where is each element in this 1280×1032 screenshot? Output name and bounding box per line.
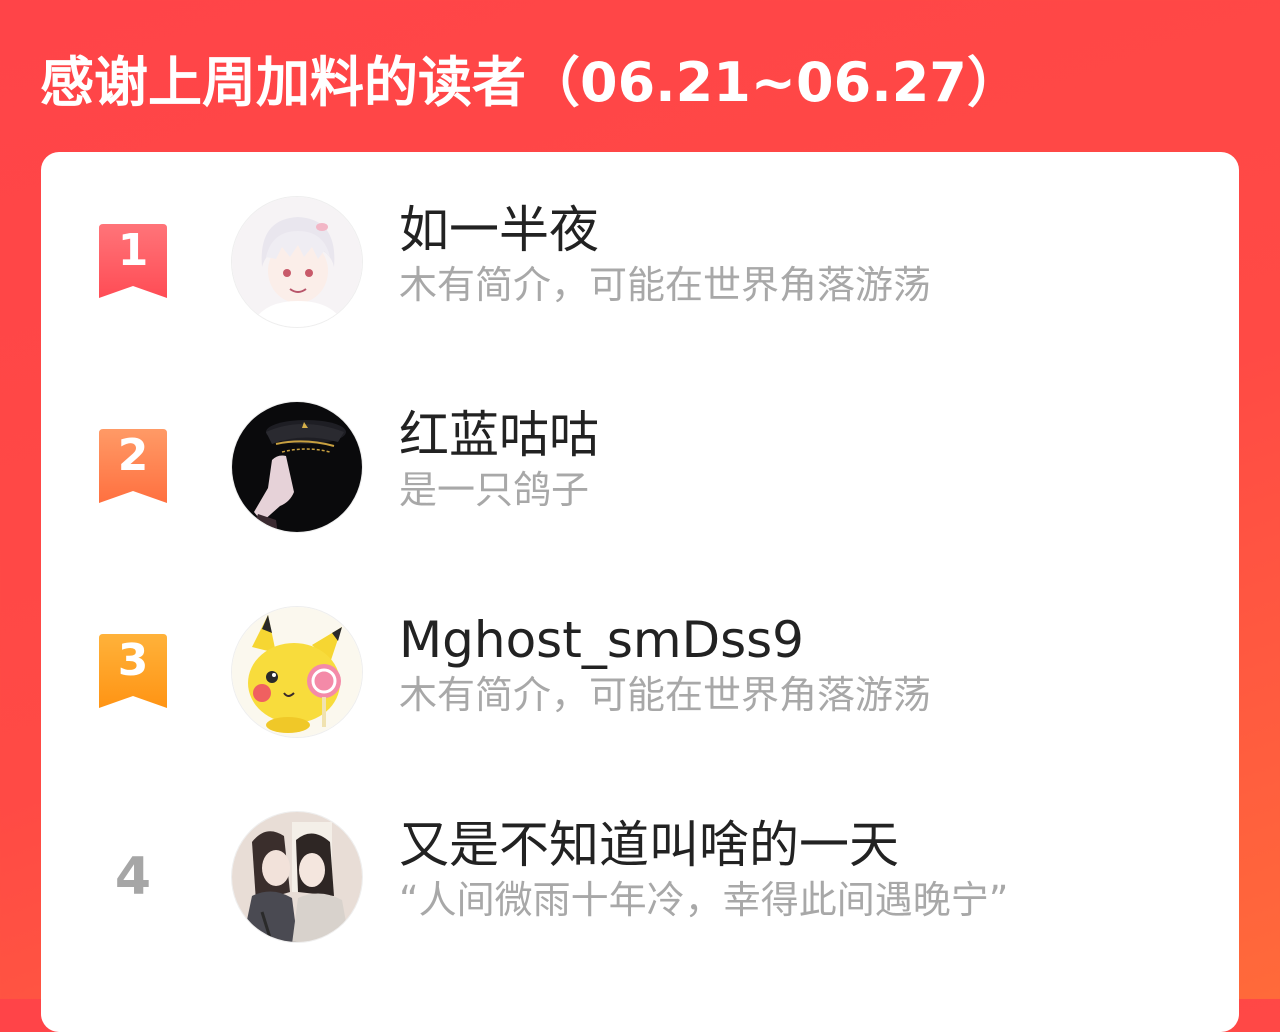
pikachu-lollipop-avatar[interactable] <box>231 606 363 738</box>
rank-badge-3: 3 <box>99 634 167 708</box>
reader-name[interactable]: 红蓝咕咕 <box>399 405 599 465</box>
page-title: 感谢上周加料的读者（06.21~06.27） <box>40 51 1021 114</box>
reader-bio: 木有简介，可能在世界角落游荡 <box>399 673 932 717</box>
reader-name[interactable]: 如一半夜 <box>399 200 599 260</box>
reader-bio: “人间微雨十年冷，幸得此间遇晚宁” <box>399 878 1009 922</box>
reader-row-4[interactable]: 4 又是不知道叫啥的一天 “人间微雨十年冷，幸得此间遇晚宁” <box>41 809 1239 949</box>
couple-illustration-avatar[interactable] <box>231 811 363 943</box>
reader-row-1[interactable]: 1 如一半夜 木有简介，可能在世界角落游荡 <box>41 194 1239 334</box>
rank-number: 1 <box>117 225 149 276</box>
anime-girl-avatar[interactable] <box>231 196 363 328</box>
reader-name[interactable]: 又是不知道叫啥的一天 <box>399 815 899 875</box>
rank-badge-2: 2 <box>99 429 167 503</box>
rank-number: 3 <box>117 635 149 686</box>
reader-name[interactable]: Mghost_smDss9 <box>399 610 804 670</box>
reader-list-card: 1 如一半夜 木有简介，可能在世界角落游荡 2 红蓝咕咕 是一只鸽子 3 Mgh… <box>41 152 1239 1032</box>
officer-cap-avatar[interactable] <box>231 401 363 533</box>
reader-row-2[interactable]: 2 红蓝咕咕 是一只鸽子 <box>41 399 1239 539</box>
reader-bio: 是一只鸽子 <box>399 468 590 512</box>
reader-row-3[interactable]: 3 Mghost_smDss9 木有简介，可能在世界角落游荡 <box>41 604 1239 744</box>
rank-number: 4 <box>114 847 152 907</box>
rank-number: 2 <box>117 430 149 481</box>
reader-bio: 木有简介，可能在世界角落游荡 <box>399 263 932 307</box>
rank-badge-1: 1 <box>99 224 167 298</box>
